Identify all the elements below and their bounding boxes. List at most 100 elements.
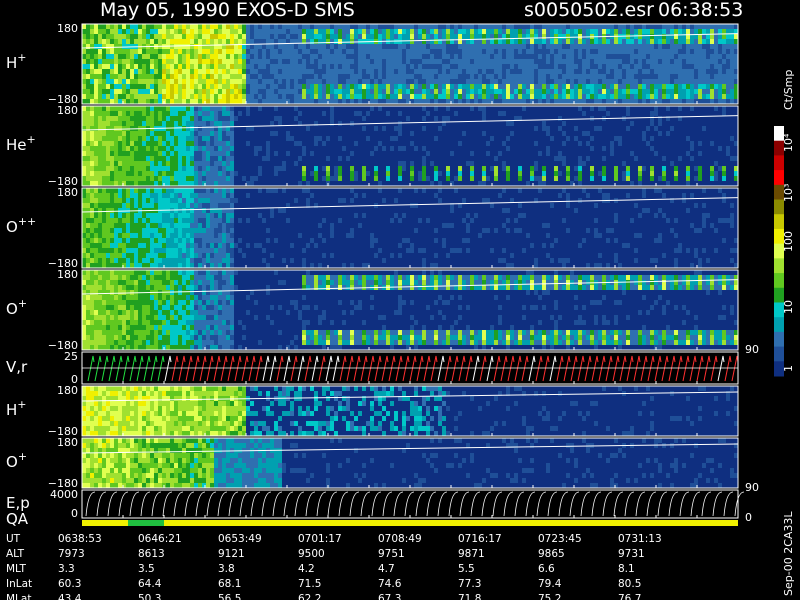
spectrogram-cell [374, 29, 378, 34]
spectrogram-cell [290, 29, 294, 34]
spectrogram-cell [638, 29, 642, 34]
spectrogram-cell [178, 146, 182, 151]
spectrogram-cell [722, 94, 726, 99]
spectrogram-cell [442, 89, 446, 94]
spectrogram-cell [562, 54, 566, 59]
spectrogram-cell [646, 24, 650, 29]
spectrogram-cell [82, 270, 86, 275]
spectrogram-panels [81, 23, 745, 519]
spectrogram-cell [126, 111, 130, 116]
spectrogram-cell [398, 94, 402, 99]
spectrogram-cell [134, 59, 138, 64]
spectrogram-cell [226, 233, 230, 238]
spectrogram-cell [726, 89, 730, 94]
spectrogram-cell [362, 84, 366, 89]
spectrogram-cell [622, 89, 626, 94]
spectrogram-cell [186, 156, 190, 161]
spectrogram-cell [654, 49, 658, 54]
spectrogram-cell [82, 300, 86, 305]
spectrogram-cell [306, 34, 310, 39]
spectrogram-cell [282, 258, 286, 263]
spectrogram-cell [538, 54, 542, 59]
spectrogram-cell [698, 94, 702, 99]
spectrogram-cell [142, 24, 146, 29]
spectrogram-cell [682, 54, 686, 59]
spectrogram-cell [306, 59, 310, 64]
spectrogram-cell [374, 238, 378, 243]
spectrogram-cell [154, 258, 158, 263]
spectrogram-cell [262, 258, 266, 263]
spectrogram-cell [266, 263, 270, 268]
spectrogram-cell [310, 74, 314, 79]
spectrogram-cell [114, 218, 118, 223]
spectrogram-cell [630, 218, 634, 223]
spectrogram-cell [562, 131, 566, 136]
spectrogram-cell [206, 198, 210, 203]
spectrogram-cell [666, 44, 670, 49]
spectrogram-cell [166, 89, 170, 94]
spectrogram-cell [226, 161, 230, 166]
spectrogram-cell [134, 233, 138, 238]
spectrogram-cell [434, 79, 438, 84]
spectrogram-cell [110, 121, 114, 126]
spectrogram-cell [398, 171, 402, 176]
spectrogram-cell [174, 89, 178, 94]
spectrogram-cell [290, 74, 294, 79]
spectrogram-cell [154, 146, 158, 151]
spectrogram-cell [150, 243, 154, 248]
spectrogram-cell [194, 49, 198, 54]
spectrogram-cell [646, 74, 650, 79]
spectrogram-cell [326, 94, 330, 99]
spectrogram-cell [478, 79, 482, 84]
spectrogram-cell [558, 99, 562, 104]
spectrogram-cell [210, 218, 214, 223]
spectrogram-cell [342, 146, 346, 151]
spectrogram-cell [510, 44, 514, 49]
spectrogram-cell [170, 253, 174, 258]
spectrogram-cell [154, 151, 158, 156]
spectrogram-cell [490, 54, 494, 59]
spectrogram-cell [90, 275, 94, 280]
spectrogram-cell [126, 94, 130, 99]
spectrogram-cell [398, 69, 402, 74]
spectrogram-cell [474, 54, 478, 59]
spectrogram-cell [386, 59, 390, 64]
spectrogram-cell [622, 99, 626, 104]
spectrogram-cell [142, 238, 146, 243]
spectrogram-cell [198, 24, 202, 29]
spectrogram-cell [162, 116, 166, 121]
spectrogram-cell [450, 64, 454, 69]
spectrogram-cell [82, 310, 86, 315]
spectrogram-cell [602, 24, 606, 29]
spectrogram-cell [98, 345, 102, 350]
spectrogram-cell [118, 325, 122, 330]
spectrogram-cell [566, 29, 570, 34]
spectrogram-cell [726, 24, 730, 29]
spectrogram-cell [134, 24, 138, 29]
spectrogram-cell [118, 263, 122, 268]
spectrogram-cell [694, 59, 698, 64]
spectrogram-cell [134, 34, 138, 39]
spectrogram-cell [286, 69, 290, 74]
spectrogram-cell [426, 79, 430, 84]
spectrogram-cell [674, 94, 678, 99]
spectrogram-cell [98, 248, 102, 253]
spectrogram-cell [462, 218, 466, 223]
spectrogram-cell [142, 258, 146, 263]
spectrogram-cell [534, 24, 538, 29]
spectrogram-cell [110, 54, 114, 59]
spectrogram-cell [494, 166, 498, 171]
spectrogram-cell [666, 64, 670, 69]
spectrogram-cell [602, 39, 606, 44]
spectrogram-cell [162, 94, 166, 99]
spectrogram-cell [694, 84, 698, 89]
spectrogram-cell [134, 74, 138, 79]
spectrogram-cell [490, 203, 494, 208]
spectrogram-cell [286, 79, 290, 84]
spectrogram-cell [146, 171, 150, 176]
spectrogram-cell [138, 151, 142, 156]
spectrogram-cell [510, 24, 514, 29]
spectrogram-cell [318, 74, 322, 79]
spectrogram-cell [158, 49, 162, 54]
spectrogram-cell [502, 188, 506, 193]
